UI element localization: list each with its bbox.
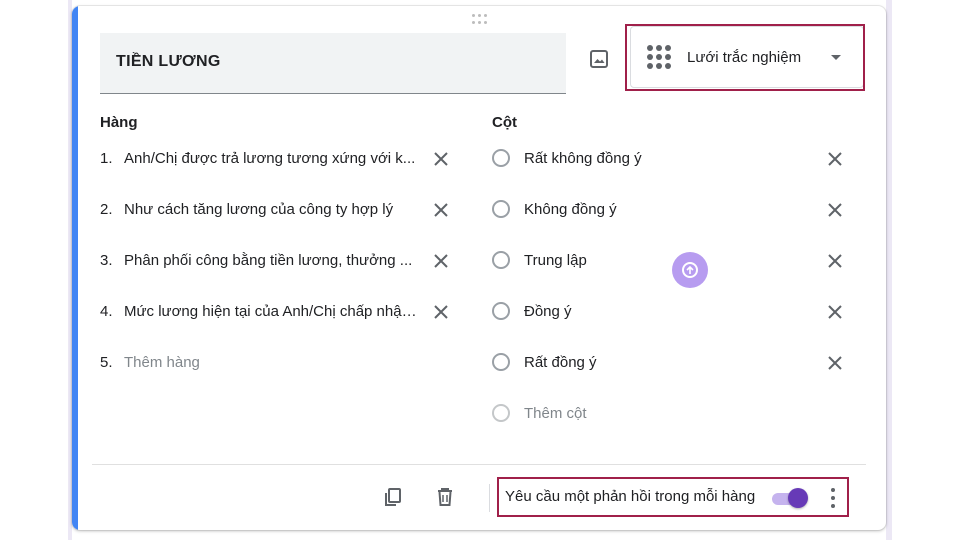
chevron-down-icon (831, 55, 841, 60)
column-label[interactable]: Không đồng ý (524, 201, 617, 218)
row-number: 5. (100, 353, 113, 371)
copy-icon[interactable] (380, 484, 406, 510)
row-item[interactable]: 1. Anh/Chị được trả lương tương xứng với… (100, 143, 420, 173)
column-item[interactable]: Rất đồng ý (492, 347, 597, 377)
toggle-thumb (788, 488, 808, 508)
image-icon[interactable] (586, 46, 612, 72)
column-item[interactable]: Không đồng ý (492, 194, 617, 224)
rows-heading: Hàng (100, 114, 138, 131)
trash-icon[interactable] (432, 484, 458, 510)
column-label[interactable]: Rất không đồng ý (524, 150, 642, 167)
row-number: 3. (100, 251, 113, 269)
close-icon[interactable] (823, 249, 847, 273)
close-icon[interactable] (823, 300, 847, 324)
close-icon[interactable] (429, 198, 453, 222)
floating-assistant-icon[interactable] (672, 252, 708, 288)
column-label[interactable]: Trung lập (524, 252, 587, 269)
more-vert-icon[interactable] (828, 486, 838, 510)
close-icon[interactable] (429, 300, 453, 324)
question-title[interactable]: TIỀN LƯƠNG (116, 53, 221, 71)
add-column-input[interactable]: Thêm cột (524, 405, 587, 422)
row-item[interactable]: 3. Phân phối công bằng tiền lương, thưởn… (100, 245, 420, 275)
row-number: 2. (100, 200, 113, 218)
add-row-input[interactable]: Thêm hàng (124, 354, 420, 371)
close-icon[interactable] (823, 147, 847, 171)
radio-icon (492, 200, 510, 218)
columns-heading: Cột (492, 114, 517, 131)
right-background (886, 0, 892, 540)
column-item[interactable]: Rất không đồng ý (492, 143, 642, 173)
row-label[interactable]: Như cách tăng lương của công ty hợp lý (124, 201, 420, 218)
column-label[interactable]: Đồng ý (524, 303, 572, 320)
add-row-item[interactable]: 5. Thêm hàng (100, 347, 420, 377)
row-item[interactable]: 2. Như cách tăng lương của công ty hợp l… (100, 194, 420, 224)
add-column-item[interactable]: Thêm cột (492, 398, 587, 428)
close-icon[interactable] (429, 147, 453, 171)
column-label[interactable]: Rất đồng ý (524, 354, 597, 371)
radio-icon (492, 302, 510, 320)
question-card[interactable]: TIỀN LƯƠNG Lưới trắc nghiệm Hàng 1. Anh/… (72, 6, 886, 530)
question-type-label: Lưới trắc nghiệm (687, 49, 802, 66)
drag-handle-icon[interactable] (472, 14, 490, 26)
radio-icon (492, 149, 510, 167)
row-label[interactable]: Anh/Chị được trả lương tương xứng với k.… (124, 150, 420, 167)
radio-icon (492, 251, 510, 269)
question-title-field[interactable]: TIỀN LƯƠNG (100, 33, 566, 94)
column-item[interactable]: Đồng ý (492, 296, 572, 326)
radio-icon (492, 404, 510, 422)
row-number: 1. (100, 149, 113, 167)
row-label[interactable]: Phân phối công bằng tiền lương, thưởng .… (124, 252, 420, 269)
close-icon[interactable] (823, 351, 847, 375)
column-item[interactable]: Trung lập (492, 245, 587, 275)
active-accent-bar (72, 6, 78, 530)
required-toggle[interactable] (772, 488, 808, 508)
question-type-select[interactable]: Lưới trắc nghiệm (630, 26, 864, 88)
footer-divider (92, 464, 866, 465)
close-icon[interactable] (429, 249, 453, 273)
row-label[interactable]: Mức lương hiện tại của Anh/Chị chấp nhận… (124, 303, 420, 320)
footer-vertical-divider (489, 484, 490, 512)
grid-icon (647, 45, 671, 69)
required-label: Yêu cầu một phản hồi trong mỗi hàng (505, 488, 756, 505)
row-item[interactable]: 4. Mức lương hiện tại của Anh/Chị chấp n… (100, 296, 420, 326)
close-icon[interactable] (823, 198, 847, 222)
row-number: 4. (100, 302, 113, 320)
radio-icon (492, 353, 510, 371)
